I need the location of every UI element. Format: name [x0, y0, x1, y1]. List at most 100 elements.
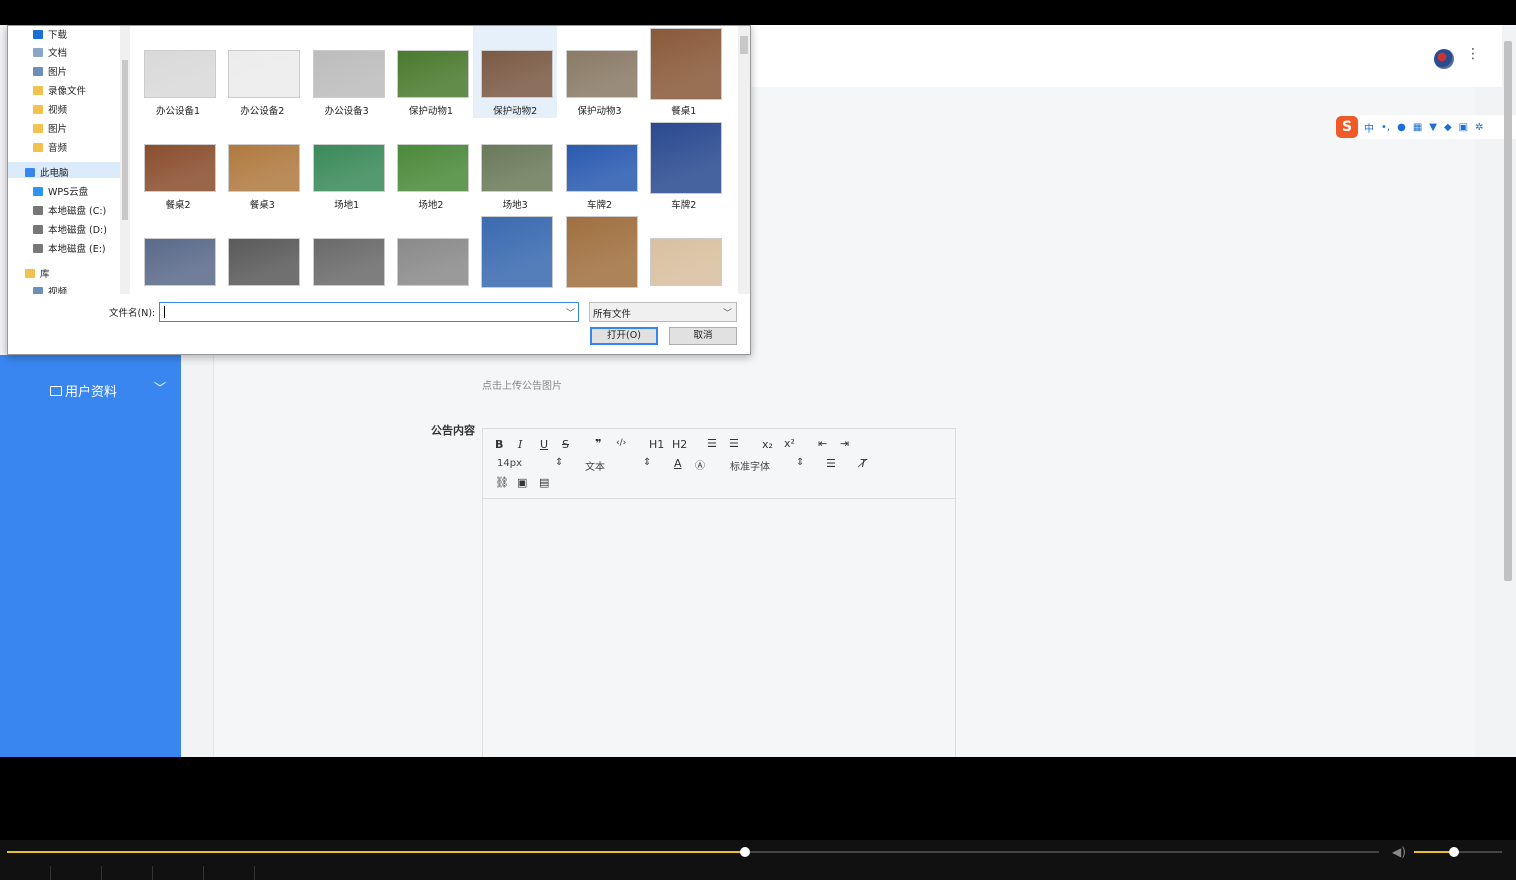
upload-hint: 点击上传公告图片: [482, 381, 562, 392]
bold-button[interactable]: B: [495, 438, 503, 451]
file-name: 车牌2: [586, 200, 613, 211]
background-color-icon[interactable]: Ⓐ: [695, 457, 705, 472]
grid-scrollbar[interactable]: [738, 26, 750, 294]
user-avatar[interactable]: [1434, 49, 1454, 69]
chevron-down-icon: ﹀: [154, 381, 167, 395]
nav-item[interactable]: 图片: [33, 121, 67, 135]
file-item[interactable]: 场地1: [305, 120, 389, 212]
image-icon[interactable]: ▣: [517, 476, 527, 489]
volume-icon[interactable]: ◀): [1392, 845, 1406, 859]
font-family-select[interactable]: 标准字体: [730, 458, 770, 473]
file-item[interactable]: 保护动物2: [473, 26, 558, 118]
nav-item[interactable]: 本地磁盘 (E:): [33, 241, 106, 255]
file-item[interactable]: 餐桌2: [136, 120, 220, 212]
skin-icon[interactable]: ▼: [1429, 122, 1437, 133]
open-button[interactable]: 打开(O): [590, 327, 658, 345]
folder-icon: [33, 142, 43, 152]
nav-item[interactable]: 本地磁盘 (D:): [33, 222, 107, 236]
volume-slider[interactable]: [1414, 847, 1502, 857]
volume-knob[interactable]: [1448, 847, 1459, 857]
nav-item[interactable]: WPS云盘: [33, 184, 88, 198]
file-item[interactable]: 办公设备3: [305, 26, 389, 118]
file-item[interactable]: 办公设备2: [220, 26, 304, 118]
superscript-button[interactable]: x²: [784, 437, 795, 450]
more-icon[interactable]: ⋮: [1466, 47, 1480, 66]
game-icon[interactable]: ◆: [1444, 122, 1452, 133]
h2-button[interactable]: H2: [672, 438, 687, 451]
code-icon[interactable]: ‹/›: [616, 438, 626, 448]
underline-button[interactable]: U: [540, 438, 548, 451]
nav-item[interactable]: 下载: [33, 27, 67, 41]
file-thumbnail: [396, 50, 469, 98]
folder-icon: [33, 224, 43, 234]
file-item[interactable]: [389, 214, 473, 294]
strikethrough-button[interactable]: S: [562, 438, 569, 451]
progress-knob[interactable]: [740, 847, 751, 857]
chevron-down-icon[interactable]: ﹀: [566, 306, 575, 319]
nav-item[interactable]: 库: [25, 266, 50, 280]
outdent-icon[interactable]: ⇤: [818, 437, 827, 450]
h1-button[interactable]: H1: [649, 438, 664, 451]
align-icon[interactable]: ☰: [826, 457, 836, 470]
file-item[interactable]: 车牌2: [642, 120, 726, 212]
sidebar-item-user-profile[interactable]: 用户资料 ﹀: [50, 381, 170, 400]
file-item[interactable]: 保护动物1: [389, 26, 473, 118]
filename-input[interactable]: ﹀: [159, 302, 579, 322]
nav-item[interactable]: 本地磁盘 (C:): [33, 203, 106, 217]
file-item[interactable]: 餐桌1: [642, 26, 726, 118]
bullet-list-icon[interactable]: ☰: [729, 437, 739, 450]
nav-scroll-thumb[interactable]: [122, 60, 128, 220]
subscript-button[interactable]: x₂: [762, 438, 773, 451]
format-select[interactable]: 文本: [585, 458, 605, 473]
nav-item-label: 库: [40, 269, 50, 280]
link-icon[interactable]: ⛓: [495, 476, 509, 489]
progress-bar[interactable]: [7, 847, 1379, 857]
file-item[interactable]: [305, 214, 389, 294]
grid-scroll-thumb[interactable]: [740, 36, 748, 54]
progress-fill: [7, 851, 746, 853]
file-item[interactable]: 场地3: [473, 120, 557, 212]
file-item[interactable]: 办公设备1: [136, 26, 220, 118]
quote-icon[interactable]: ❞: [595, 437, 601, 450]
sidebar-item-label: 用户资料: [65, 385, 118, 400]
nav-item[interactable]: 视频: [33, 284, 67, 294]
file-name: 保护动物3: [577, 106, 622, 117]
rich-text-editor[interactable]: B I U S ❞ ‹/› H1 H2 ☰ ☰ x₂ x² ⇤ ⇥ 14px ⇕…: [482, 428, 956, 757]
page-scrollbar[interactable]: [1502, 33, 1514, 753]
file-item[interactable]: 餐桌3: [220, 120, 304, 212]
ordered-list-icon[interactable]: ☰: [707, 437, 717, 450]
indent-icon[interactable]: ⇥: [840, 437, 849, 450]
ime-lang[interactable]: 中: [1364, 120, 1374, 135]
nav-item[interactable]: 文档: [33, 45, 67, 59]
file-item[interactable]: [220, 214, 304, 294]
video-icon[interactable]: ▤: [539, 476, 549, 489]
italic-button[interactable]: I: [518, 438, 522, 451]
clear-format-icon[interactable]: T̸: [860, 457, 867, 470]
file-item[interactable]: [558, 214, 642, 294]
nav-item[interactable]: 图片: [33, 64, 67, 78]
nav-item[interactable]: 视频: [33, 102, 67, 116]
microphone-icon[interactable]: ●: [1397, 122, 1406, 133]
file-item[interactable]: [473, 214, 557, 294]
nav-scrollbar[interactable]: [120, 26, 130, 294]
grid-icon[interactable]: ▣: [1459, 122, 1468, 133]
file-item[interactable]: [642, 214, 726, 294]
font-size-select[interactable]: 14px: [497, 458, 522, 469]
file-item[interactable]: 保护动物3: [558, 26, 642, 118]
filetype-select[interactable]: 所有文件 ﹀: [589, 302, 737, 322]
keyboard-icon[interactable]: ▦: [1413, 122, 1422, 133]
punctuation-icon[interactable]: •,: [1381, 122, 1390, 133]
file-item[interactable]: 场地2: [389, 120, 473, 212]
format-stepper-icon: ⇕: [643, 457, 652, 468]
cancel-button[interactable]: 取消: [669, 327, 737, 345]
file-thumbnail: [312, 238, 385, 286]
page-scroll-thumb[interactable]: [1504, 41, 1512, 581]
font-color-icon[interactable]: A: [674, 457, 682, 470]
file-item[interactable]: [136, 214, 220, 294]
nav-item[interactable]: 音频: [33, 140, 67, 154]
nav-item[interactable]: 录像文件: [33, 83, 86, 97]
ime-toolbar[interactable]: S 中 •, ● ▦ ▼ ◆ ▣ ✲: [1336, 115, 1516, 139]
settings-icon[interactable]: ✲: [1475, 122, 1483, 133]
nav-item[interactable]: 此电脑: [25, 165, 69, 179]
file-item[interactable]: 车牌2: [558, 120, 642, 212]
